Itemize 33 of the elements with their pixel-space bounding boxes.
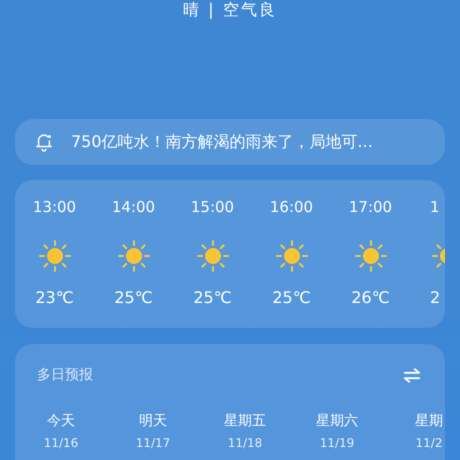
- notice-text: 750亿吨水！南方解渴的雨来了，局地可...: [71, 132, 373, 152]
- day-date: 11/18: [228, 436, 262, 450]
- sun-icon: [36, 238, 72, 274]
- sun-icon: [274, 238, 310, 274]
- bell-icon: [35, 132, 53, 152]
- hour-temp: 25℃: [193, 288, 232, 308]
- sun-icon: [194, 238, 230, 274]
- day-date: 11/19: [320, 436, 354, 450]
- hour-temp: 2: [430, 288, 440, 308]
- hour-time: 14:00: [112, 198, 156, 216]
- day-name: 星期六: [316, 412, 358, 430]
- hour-time: 1: [430, 198, 440, 216]
- weather-summary: 晴 | 空气良: [183, 0, 277, 20]
- day-name: 星期: [415, 412, 443, 430]
- day-date: 11/16: [44, 436, 78, 450]
- hour-temp: 23℃: [35, 288, 74, 308]
- hour-time: 13:00: [32, 198, 76, 216]
- notice-bar[interactable]: 750亿吨水！南方解渴的雨来了，局地可...: [15, 119, 445, 165]
- hour-time: 15:00: [190, 198, 234, 216]
- hour-temp: 25℃: [114, 288, 153, 308]
- swap-icon[interactable]: [403, 368, 421, 382]
- hour-time: 17:00: [348, 198, 392, 216]
- hour-time: 16:00: [270, 198, 314, 216]
- sun-icon: [116, 238, 152, 274]
- day-date: 11/2: [416, 436, 442, 450]
- hour-temp: 26℃: [351, 288, 390, 308]
- day-name: 星期五: [224, 412, 266, 430]
- day-name: 今天: [47, 412, 75, 430]
- hour-temp: 25℃: [272, 288, 311, 308]
- day-date: 11/17: [136, 436, 170, 450]
- forecast-title: 多日预报: [37, 366, 93, 384]
- sun-icon: [352, 238, 388, 274]
- day-name: 明天: [139, 412, 167, 430]
